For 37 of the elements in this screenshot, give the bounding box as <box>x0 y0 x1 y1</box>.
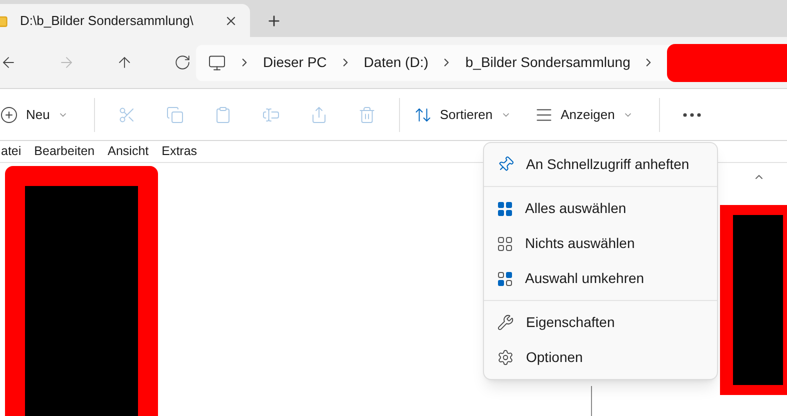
menu-item[interactable]: Nichts auswählen <box>484 226 717 261</box>
computer-icon <box>208 54 226 72</box>
toolbar-button[interactable]: Sortieren <box>408 96 517 132</box>
address-bar[interactable]: Dieser PC Daten (D:) b_Bilder Sondersammlung <box>196 44 787 80</box>
menu-bar-item[interactable]: Bearbeiten <box>34 142 95 161</box>
toolbar-button[interactable]: Neu <box>0 96 74 132</box>
new-tab-icon[interactable] <box>266 13 282 29</box>
plus-circle-icon <box>0 106 18 124</box>
grid-icon <box>497 236 513 252</box>
copy-icon <box>166 106 184 124</box>
grid-icon <box>497 270 513 286</box>
rename-icon <box>262 106 280 124</box>
grid-icon <box>497 200 513 216</box>
more-icon <box>682 112 701 116</box>
wrench-icon <box>497 314 514 331</box>
clipboard-icon <box>214 106 232 124</box>
folder-tab[interactable]: D:\b_Bilder Sondersammlung\ <box>0 4 250 37</box>
menu-bar-item[interactable]: Ansicht <box>108 142 149 161</box>
menu-item[interactable]: Auswahl umkehren <box>484 261 717 296</box>
refresh-icon <box>174 54 191 71</box>
trash-icon <box>358 106 376 124</box>
scissors-icon <box>118 106 136 124</box>
menu-bar-item[interactable]: atei <box>1 142 22 161</box>
menu-bar-item[interactable]: Extras <box>162 142 198 161</box>
menu-item[interactable]: An Schnellzugriff anheften <box>484 147 717 182</box>
breadcrumb-item[interactable]: b_Bilder Sondersammlung <box>465 52 630 73</box>
back-icon <box>0 54 17 71</box>
menu-item[interactable]: Alles auswählen <box>484 191 717 226</box>
toolbar-button[interactable]: Anzeigen <box>528 96 639 132</box>
menu-item[interactable]: Optionen <box>484 340 717 375</box>
sort-icon <box>414 106 432 124</box>
breadcrumb-item[interactable]: Dieser PC <box>263 52 327 73</box>
share-icon <box>310 106 328 124</box>
settings-icon <box>497 349 514 366</box>
breadcrumb-item[interactable]: Daten (D:) <box>364 52 428 73</box>
forward-icon <box>58 54 75 71</box>
menu-item[interactable]: Eigenschaften <box>484 305 717 340</box>
